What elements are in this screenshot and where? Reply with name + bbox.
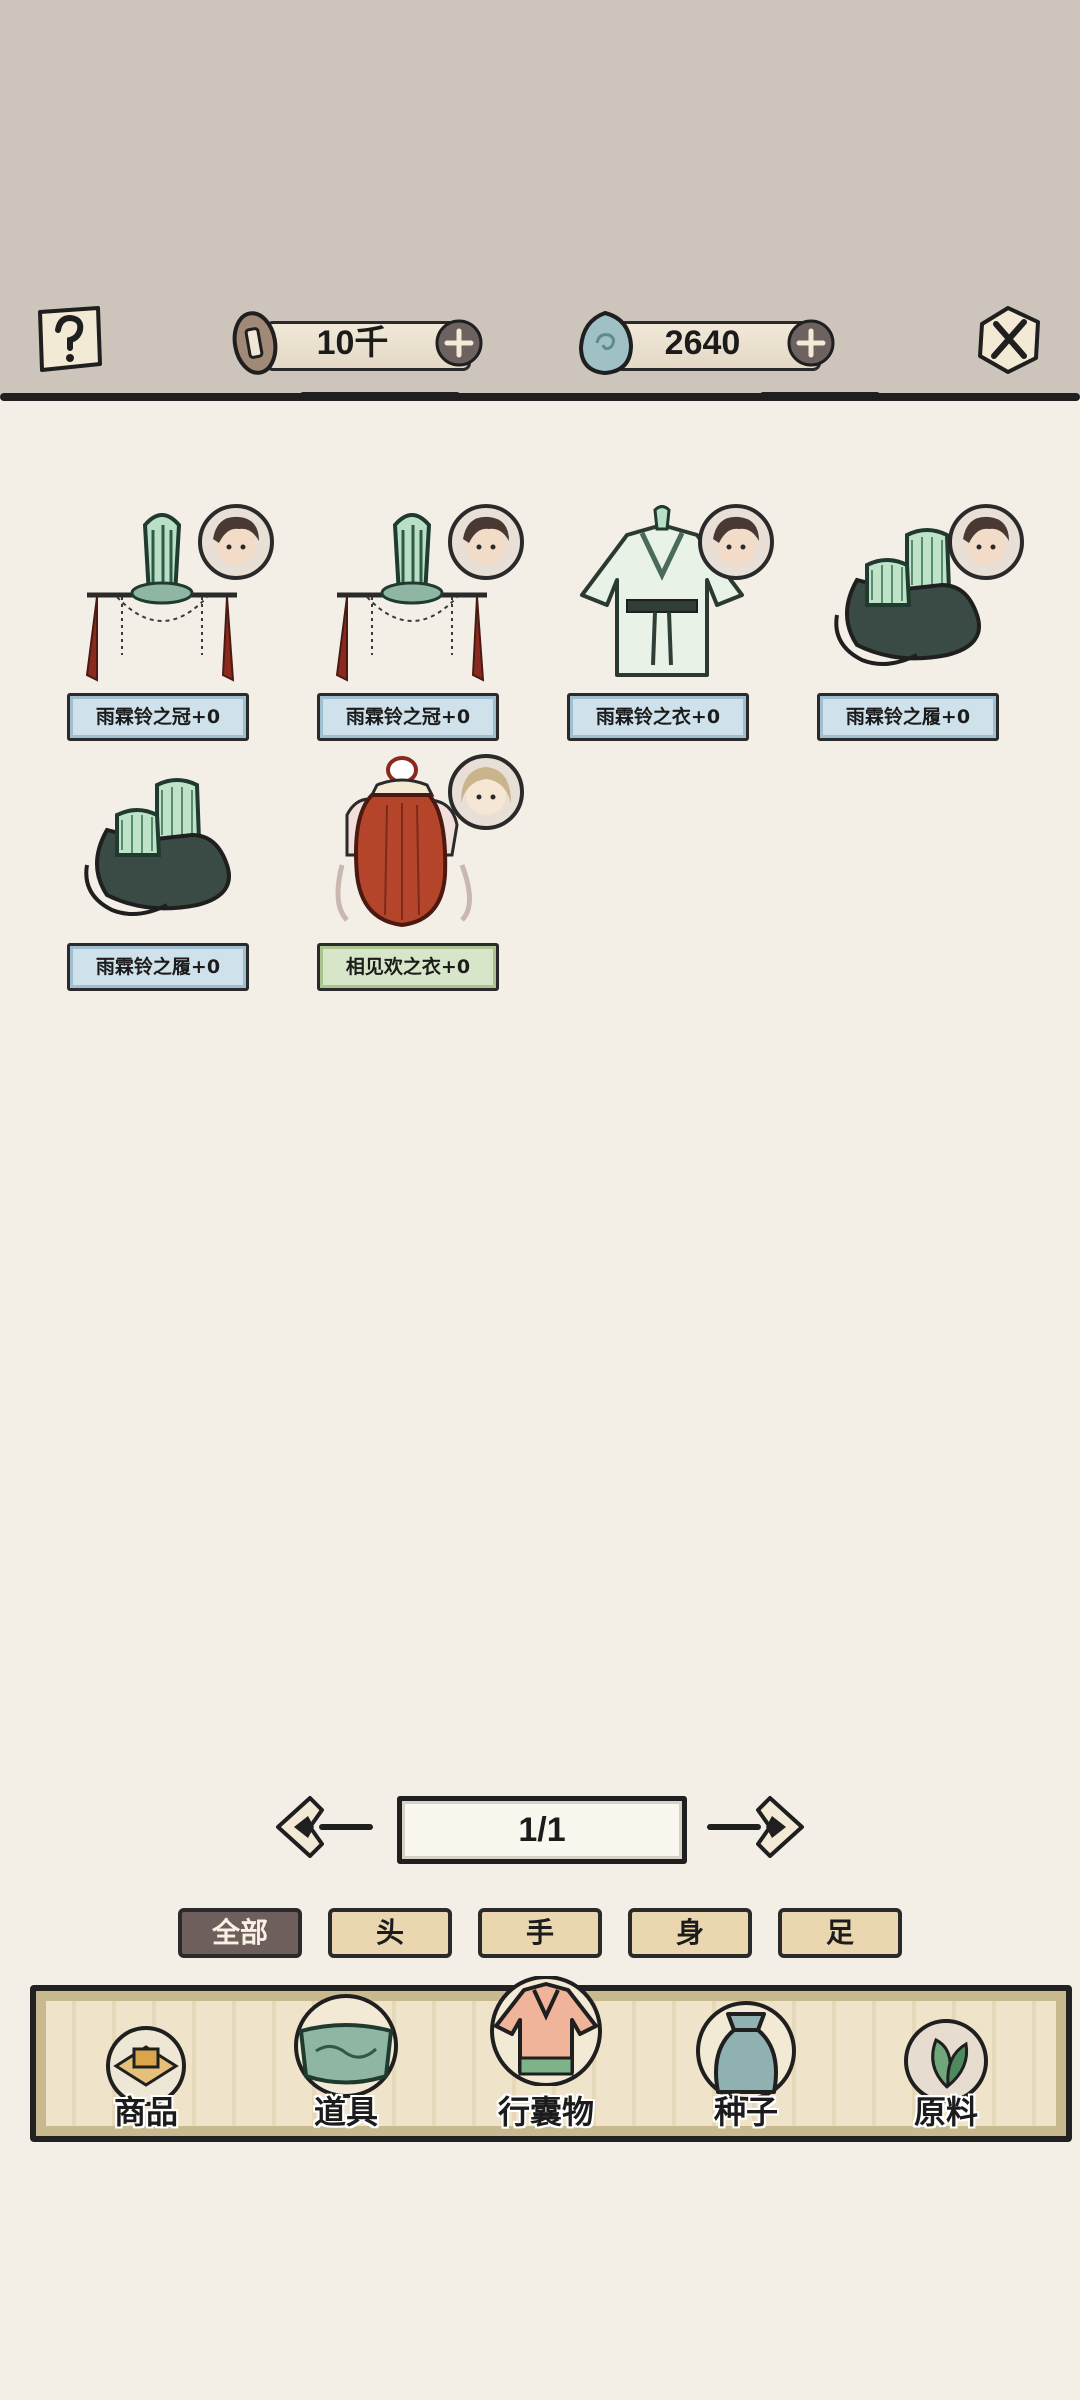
character-avatar <box>698 504 774 580</box>
nav-materials[interactable]: 原料 <box>876 1991 1016 2136</box>
nav-props[interactable]: 道具 <box>276 1991 416 2136</box>
boots-item-image <box>84 778 231 916</box>
copper-coin-counter: 10千 <box>225 311 485 375</box>
top-divider-accent <box>300 392 460 398</box>
inventory-item[interactable]: 相见欢之衣+0 <box>317 754 524 995</box>
top-divider-accent <box>760 392 880 398</box>
inventory-item[interactable]: 雨霖铃之衣+0 <box>567 504 774 745</box>
nav-label: 行囊物 <box>497 2093 594 2131</box>
props-icon <box>294 1994 398 2098</box>
inventory-item[interactable]: 雨霖铃之冠+0 <box>67 504 274 745</box>
item-name-label: 雨霖铃之冠+0 <box>317 693 499 741</box>
character-avatar <box>198 504 274 580</box>
nav-seeds[interactable]: 种子 <box>676 1991 816 2136</box>
nav-label: 种子 <box>713 2093 778 2131</box>
jade-counter: 2640 <box>575 310 837 376</box>
item-name-label: 相见欢之衣+0 <box>317 943 499 991</box>
character-avatar <box>448 504 524 580</box>
page-indicator: 1/1 <box>397 1796 687 1864</box>
prev-page-button[interactable] <box>270 1790 380 1864</box>
bottom-nav: 商品 道具 行囊物 种子 原料 <box>30 1976 1072 2142</box>
next-page-button[interactable] <box>700 1790 810 1864</box>
jade-stone-icon <box>578 310 634 376</box>
garment-icon <box>490 1976 602 2086</box>
copper-coin-icon <box>232 311 278 375</box>
plus-icon <box>435 319 483 367</box>
item-name-label: 雨霖铃之履+0 <box>817 693 999 741</box>
top-divider <box>0 393 1080 401</box>
inventory-item[interactable]: 雨霖铃之履+0 <box>817 504 1024 745</box>
tab-all[interactable]: 全部 <box>178 1908 302 1958</box>
inventory-item[interactable]: 雨霖铃之履+0 <box>67 755 257 995</box>
tab-head[interactable]: 头 <box>328 1908 452 1958</box>
tab-hand[interactable]: 手 <box>478 1908 602 1958</box>
nav-goods[interactable]: 商品 <box>76 1991 216 2136</box>
tab-body[interactable]: 身 <box>628 1908 752 1958</box>
nav-label: 道具 <box>313 2093 378 2131</box>
nav-garments[interactable]: 行囊物 <box>476 1976 616 2136</box>
item-name-label: 雨霖铃之衣+0 <box>567 693 749 741</box>
top-band <box>0 0 1080 395</box>
character-avatar <box>948 504 1024 580</box>
coin-value: 10千 <box>316 324 389 362</box>
jade-value: 2640 <box>664 324 741 362</box>
tab-feet[interactable]: 足 <box>778 1908 902 1958</box>
item-name-label: 雨霖铃之冠+0 <box>67 693 249 741</box>
add-coins-button[interactable] <box>433 317 485 369</box>
close-button[interactable] <box>972 302 1046 376</box>
close-x-icon <box>978 306 1040 374</box>
character-avatar <box>448 754 524 830</box>
arrow-left-icon <box>276 1796 373 1858</box>
nav-label: 商品 <box>113 2093 178 2131</box>
inventory-item[interactable]: 雨霖铃之冠+0 <box>317 504 524 745</box>
help-button[interactable] <box>32 302 106 376</box>
add-jade-button[interactable] <box>785 317 837 369</box>
item-name-label: 雨霖铃之履+0 <box>67 943 249 991</box>
nav-label: 原料 <box>913 2093 978 2131</box>
pagination: 1/1 <box>270 1790 810 1870</box>
plus-icon <box>787 319 835 367</box>
arrow-right-icon <box>707 1796 804 1858</box>
question-mark-icon <box>38 306 102 372</box>
